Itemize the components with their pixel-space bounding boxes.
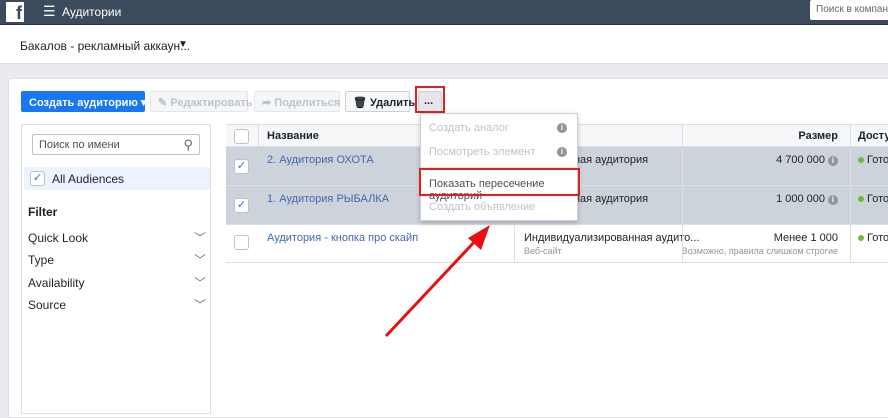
- annotation-arrow-icon: [384, 225, 490, 338]
